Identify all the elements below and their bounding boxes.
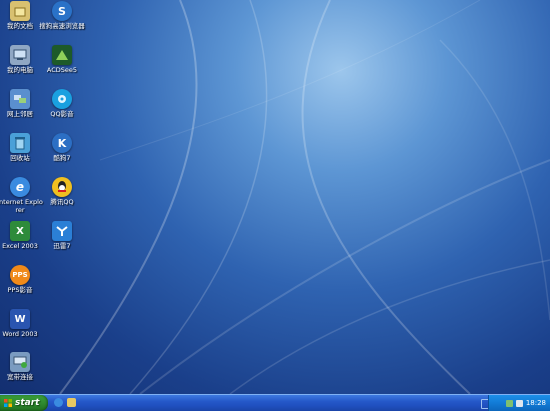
system-tray: 18:28 xyxy=(488,395,550,411)
my-documents-icon xyxy=(10,1,30,21)
icon-label: 酷狗7 xyxy=(53,154,71,162)
qq-icon xyxy=(52,177,72,197)
icon-label: 回收站 xyxy=(10,154,30,162)
icon-label: QQ影音 xyxy=(50,110,74,118)
icon-label: Excel 2003 xyxy=(2,242,38,250)
clock[interactable]: 18:28 xyxy=(526,399,546,407)
volume-tray-icon[interactable] xyxy=(515,399,523,407)
word-icon: W xyxy=(10,309,30,329)
pps-icon: PPS xyxy=(10,265,30,285)
desktop-icon-internet-explorer[interactable]: e Internet Explorer xyxy=(0,177,43,214)
qq-player-icon xyxy=(52,89,72,109)
acdsee-icon xyxy=(52,45,72,65)
desktop-icon-pps[interactable]: PPS PPS影音 xyxy=(0,265,43,295)
start-label: start xyxy=(15,398,40,408)
internet-explorer-icon: e xyxy=(10,177,30,197)
icon-label: PPS影音 xyxy=(7,286,33,294)
icon-label: 我的电脑 xyxy=(7,66,33,74)
broadband-connection-icon xyxy=(10,352,30,372)
desktop-icon-my-computer[interactable]: 我的电脑 xyxy=(0,45,43,75)
desktop-icon-network-places[interactable]: 网上邻居 xyxy=(0,89,43,119)
icon-label: Word 2003 xyxy=(2,330,38,338)
icon-label: 迅雷7 xyxy=(53,242,71,250)
network-tray-icon[interactable] xyxy=(505,399,513,407)
folder-quicklaunch-icon[interactable] xyxy=(67,398,76,407)
icon-label: Internet Explorer xyxy=(0,198,43,214)
icon-label: 宽带连接 xyxy=(7,373,33,381)
desktop: 我的文档 我的电脑 网上邻居 回收站 e Internet Explorer X… xyxy=(0,0,550,394)
excel-icon: X xyxy=(10,221,30,241)
desktop-icon-acdsee[interactable]: ACDSee5 xyxy=(39,45,85,75)
ie-quicklaunch-icon[interactable] xyxy=(54,398,63,407)
desktop-icon-qq[interactable]: 腾讯QQ xyxy=(39,177,85,207)
my-computer-icon xyxy=(10,45,30,65)
kugou-icon: K xyxy=(52,133,72,153)
desktop-icon-word[interactable]: W Word 2003 xyxy=(0,309,43,339)
start-button[interactable]: start xyxy=(0,395,48,411)
desktop-icon-qq-player[interactable]: QQ影音 xyxy=(39,89,85,119)
network-places-icon xyxy=(10,89,30,109)
recycle-bin-icon xyxy=(10,133,30,153)
desktop-icon-my-documents[interactable]: 我的文档 xyxy=(0,1,43,31)
desktop-icon-kugou[interactable]: K 酷狗7 xyxy=(39,133,85,163)
desktop-icon-thunder[interactable]: 迅雷7 xyxy=(39,221,85,251)
desktop-icon-sogou-browser[interactable]: S 搜狗高速浏览器 xyxy=(39,1,85,31)
taskbar: start 18:28 xyxy=(0,394,550,411)
icon-label: 网上邻居 xyxy=(7,110,33,118)
windows-flag-icon xyxy=(4,399,12,407)
icon-label: 腾讯QQ xyxy=(50,198,74,206)
desktop-icon-broadband[interactable]: 宽带连接 xyxy=(0,352,43,382)
icon-label: 搜狗高速浏览器 xyxy=(39,22,85,30)
desktop-icon-excel[interactable]: X Excel 2003 xyxy=(0,221,43,251)
sogou-browser-icon: S xyxy=(52,1,72,21)
desktop-icon-recycle-bin[interactable]: 回收站 xyxy=(0,133,43,163)
icon-label: 我的文档 xyxy=(7,22,33,30)
icon-label: ACDSee5 xyxy=(46,66,78,74)
thunder-icon xyxy=(52,221,72,241)
